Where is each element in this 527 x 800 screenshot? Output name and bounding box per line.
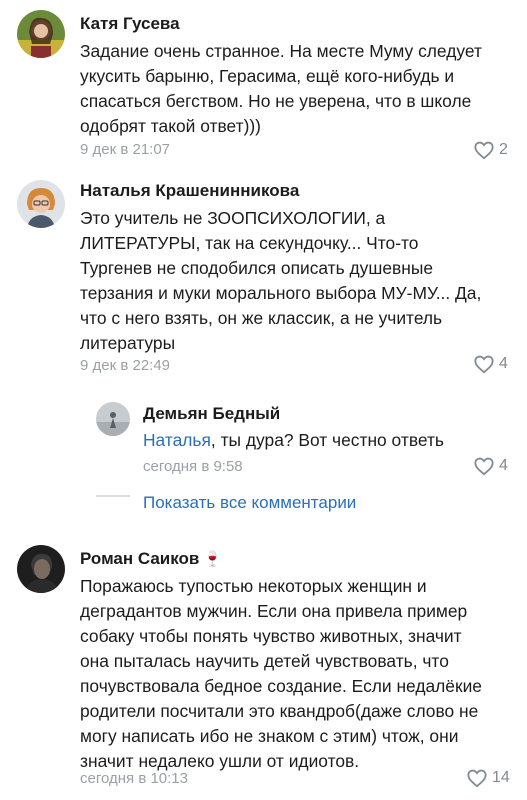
comment-text-line: родители посчитали это квандроб(даже сло… [80,701,479,721]
like-count: 14 [492,769,510,786]
like-button[interactable]: 14 [466,768,510,788]
comment-text-line: собаку чтобы понять чувство животных, зн… [80,626,462,646]
comment-timestamp[interactable]: сегодня в 10:13 [80,770,188,787]
wine-glass-badge: 🍷 [203,551,223,568]
heart-outline-icon [467,769,487,788]
comment-author[interactable]: Роман Саиков 🍷 [80,549,222,569]
avatar[interactable] [17,545,65,593]
comment-text-line: почувствовала бедное создание. Если неда… [80,676,482,696]
comment-text: Поражаюсь тупостью некоторых женщин и де… [80,574,482,774]
comment-text-line: Поражаюсь тупостью некоторых женщин и [80,576,427,596]
author-name: Роман Саиков [80,549,200,568]
comment-text-line: она пыталась научить детей чувствовать, … [80,651,449,671]
comment-text-line: деградантов мужчин. Если она привела при… [80,601,468,621]
comment-text-line: могу написать ибо не знаком с этим) чтож… [80,726,459,746]
comment: Роман Саиков 🍷 Поражаюсь тупостью некотор… [0,0,527,800]
